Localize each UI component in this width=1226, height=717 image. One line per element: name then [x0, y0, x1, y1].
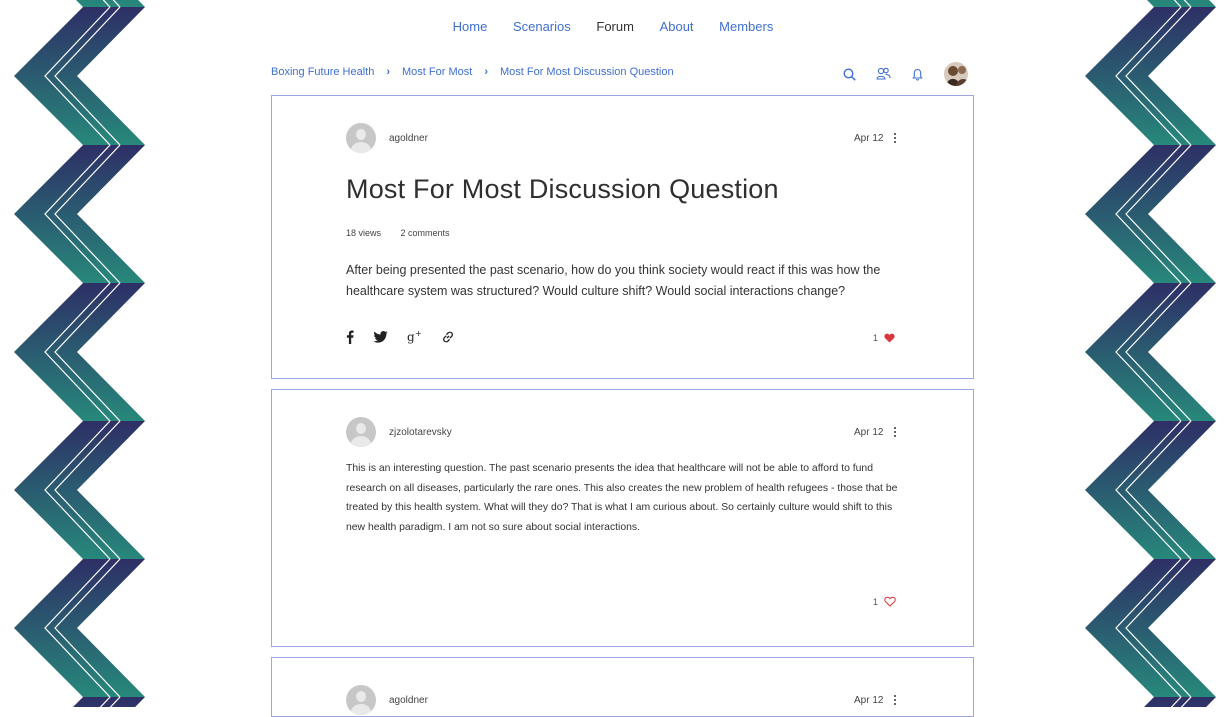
- avatar[interactable]: [346, 417, 376, 447]
- link-icon[interactable]: [441, 329, 455, 345]
- forum-toolbar: [840, 62, 968, 86]
- nav-scenarios[interactable]: Scenarios: [513, 19, 571, 34]
- post-stats: 18 views 2 comments: [346, 228, 467, 238]
- avatar[interactable]: [346, 123, 376, 153]
- twitter-icon[interactable]: [373, 329, 388, 345]
- share-bar: g +: [346, 329, 474, 345]
- post-card: agoldner Apr 12 Most For Most Discussion…: [271, 95, 974, 379]
- views-count: 18 views: [346, 228, 382, 238]
- members-icon[interactable]: [874, 65, 892, 83]
- post-body: After being presented the past scenario,…: [346, 263, 881, 298]
- post-meta: Apr 12: [854, 132, 899, 144]
- like-count: 1: [873, 596, 879, 607]
- user-avatar[interactable]: [944, 62, 968, 86]
- comment-card: agoldner Apr 12: [271, 657, 974, 717]
- nav-about[interactable]: About: [660, 19, 694, 34]
- notification-bell-icon[interactable]: [908, 65, 926, 83]
- zigzag-decoration-left: [0, 0, 155, 707]
- more-options-icon[interactable]: [891, 694, 899, 706]
- comment-body: This is an interesting question. The pas…: [346, 463, 898, 533]
- author-name[interactable]: agoldner: [389, 695, 428, 706]
- chevron-right-icon: ›: [484, 66, 488, 78]
- comment-date: Apr 12: [854, 694, 884, 706]
- post-date: Apr 12: [854, 132, 884, 144]
- nav-home[interactable]: Home: [453, 19, 488, 34]
- comment-date: Apr 12: [854, 426, 884, 438]
- svg-text:+: +: [415, 330, 422, 338]
- chevron-right-icon: ›: [386, 66, 391, 78]
- nav-forum[interactable]: Forum: [596, 19, 634, 34]
- author-name[interactable]: zjzolotarevsky: [389, 427, 452, 438]
- nav-members[interactable]: Members: [719, 19, 773, 34]
- avatar[interactable]: [346, 685, 376, 715]
- heart-filled-icon: [884, 333, 895, 343]
- breadcrumb-current-post[interactable]: Most For Most Discussion Question: [500, 66, 674, 78]
- comments-count: 2 comments: [400, 228, 450, 238]
- comment-meta: Apr 12: [854, 694, 899, 706]
- like-button[interactable]: 1: [873, 333, 895, 343]
- like-count: 1: [873, 333, 879, 343]
- breadcrumb: Boxing Future Health › Most For Most › M…: [271, 66, 674, 78]
- google-plus-icon[interactable]: g +: [407, 329, 422, 345]
- search-icon[interactable]: [840, 65, 858, 83]
- comment-author: zjzolotarevsky: [346, 417, 452, 447]
- breadcrumb-category[interactable]: Most For Most: [402, 66, 472, 78]
- comment-meta: Apr 12: [854, 426, 899, 438]
- comment-card: zjzolotarevsky Apr 12 This is an interes…: [271, 389, 974, 647]
- more-options-icon[interactable]: [891, 132, 899, 144]
- site-nav: Home Scenarios Forum About Members: [0, 19, 1226, 34]
- like-button[interactable]: 1: [873, 596, 896, 607]
- author-name[interactable]: agoldner: [389, 133, 428, 144]
- post-author: agoldner: [346, 123, 428, 153]
- zigzag-decoration-right: [1071, 0, 1226, 707]
- comment-author: agoldner: [346, 685, 428, 715]
- facebook-icon[interactable]: [346, 329, 354, 345]
- breadcrumb-forum-home[interactable]: Boxing Future Health: [271, 66, 374, 78]
- svg-text:g: g: [407, 330, 415, 344]
- post-title: Most For Most Discussion Question: [346, 174, 779, 204]
- heart-outline-icon: [884, 596, 896, 607]
- more-options-icon[interactable]: [891, 426, 899, 438]
